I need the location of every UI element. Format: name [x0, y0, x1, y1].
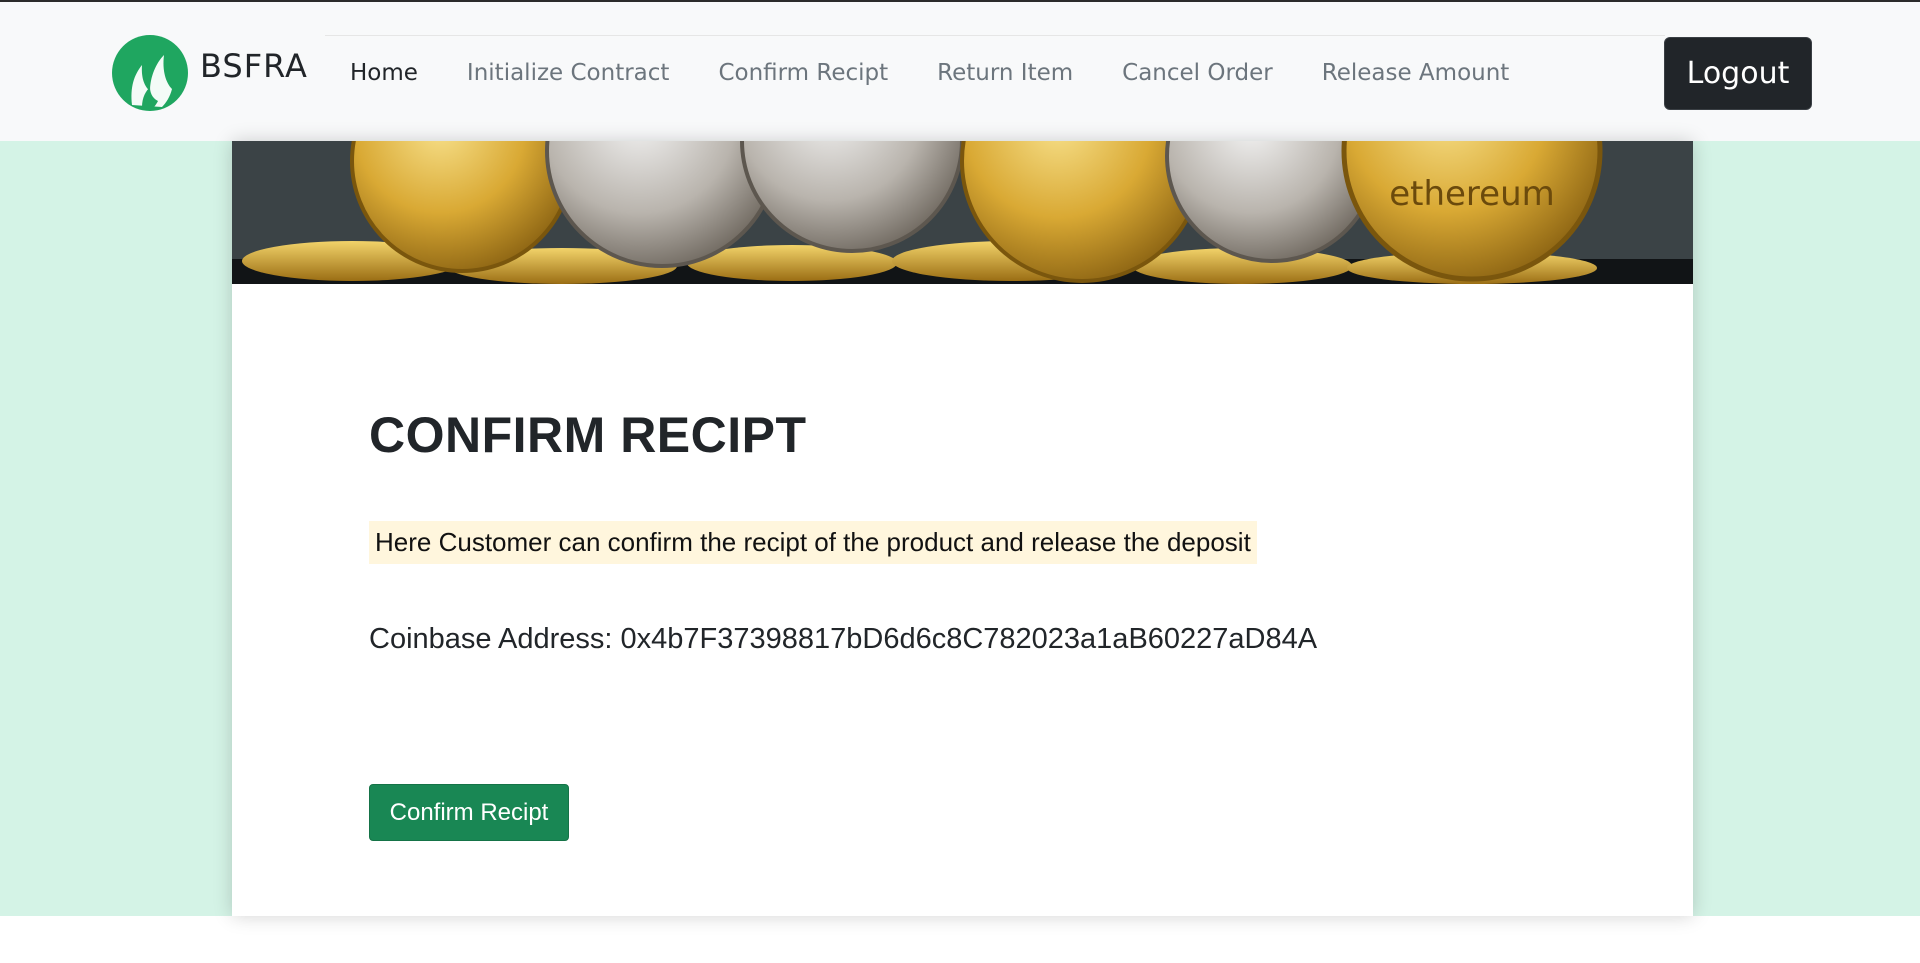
page-description: Here Customer can confirm the recipt of … — [369, 521, 1257, 564]
nav-item-initialize-contract[interactable]: Initialize Contract — [467, 60, 670, 86]
top-navbar: BSFRA Home Initialize Contract Confirm R… — [0, 2, 1920, 141]
nav-item-release-amount[interactable]: Release Amount — [1322, 60, 1510, 86]
nav-item-return-item[interactable]: Return Item — [937, 60, 1073, 86]
coinbase-address: Coinbase Address: 0x4b7F37398817bD6d6c8C… — [369, 623, 1317, 656]
confirm-recipt-button[interactable]: Confirm Recipt — [369, 784, 569, 841]
nav-item-confirm-recipt[interactable]: Confirm Recipt — [718, 60, 888, 86]
navbar-divider — [325, 35, 1665, 36]
nav-item-home[interactable]: Home — [350, 60, 418, 86]
coinbase-address-label: Coinbase Address: — [369, 623, 613, 655]
brand-name: BSFRA — [200, 47, 308, 85]
coinbase-address-value: 0x4b7F37398817bD6d6c8C782023a1aB60227aD8… — [620, 623, 1318, 655]
brand-logo-icon — [112, 35, 188, 111]
brand[interactable]: BSFRA — [112, 35, 308, 111]
nav-links: Home Initialize Contract Confirm Recipt … — [350, 60, 1558, 86]
nav-item-cancel-order[interactable]: Cancel Order — [1122, 60, 1273, 86]
crypto-coins-banner: ethereum — [232, 141, 1693, 284]
logout-button[interactable]: Logout — [1664, 37, 1812, 110]
banner-coin-text: ethereum — [1389, 174, 1555, 214]
main-card: ethereum CONFIRM RECIPT Here Customer ca… — [232, 141, 1693, 916]
page-title: CONFIRM RECIPT — [369, 407, 807, 463]
